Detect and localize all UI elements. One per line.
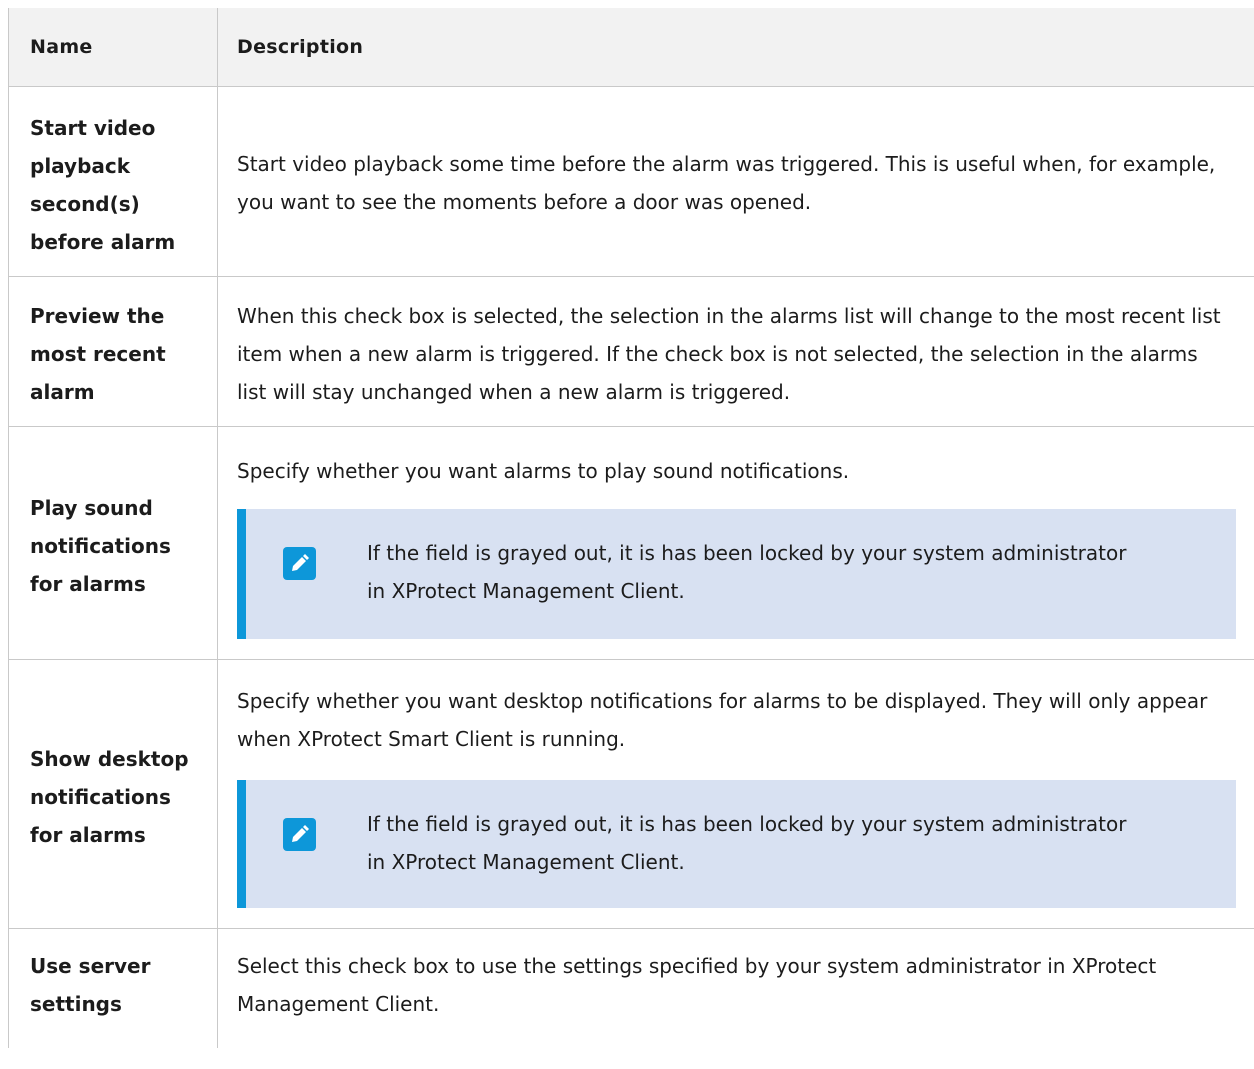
table-row: Start video playback second(s) before al…: [8, 87, 1254, 277]
column-header-description: Description: [237, 36, 364, 58]
table-header-row: Name Description: [8, 8, 1254, 87]
setting-name: Start video playback second(s) before al…: [30, 116, 176, 254]
setting-name: Use server settings: [30, 954, 151, 1016]
table-row: Play sound notifications for alarms Spec…: [8, 427, 1254, 660]
pencil-icon: [283, 818, 316, 851]
setting-description: Select this check box to use the setting…: [237, 954, 1157, 1016]
note-callout: If the field is grayed out, it is has be…: [237, 780, 1236, 908]
pencil-icon: [283, 547, 316, 580]
table-row: Show desktop notifications for alarms Sp…: [8, 660, 1254, 929]
table-row: Use server settings Select this check bo…: [8, 929, 1254, 1069]
settings-table: Name Description Start video playback se…: [8, 8, 1254, 1048]
column-header-name: Name: [30, 36, 93, 58]
note-text: If the field is grayed out, it is has be…: [367, 541, 1127, 603]
setting-name: Show desktop notifications for alarms: [30, 747, 189, 847]
setting-description: Start video playback some time before th…: [237, 152, 1216, 214]
table-left-border: [8, 8, 9, 1048]
column-divider: [217, 8, 218, 1048]
setting-name: Preview the most recent alarm: [30, 304, 166, 404]
setting-name: Play sound notifications for alarms: [30, 496, 171, 596]
setting-description: Specify whether you want alarms to play …: [237, 459, 850, 483]
note-text: If the field is grayed out, it is has be…: [367, 812, 1127, 874]
setting-description: Specify whether you want desktop notific…: [237, 689, 1208, 751]
note-callout: If the field is grayed out, it is has be…: [237, 509, 1236, 639]
table-row: Preview the most recent alarm When this …: [8, 277, 1254, 427]
setting-description: When this check box is selected, the sel…: [237, 304, 1221, 404]
